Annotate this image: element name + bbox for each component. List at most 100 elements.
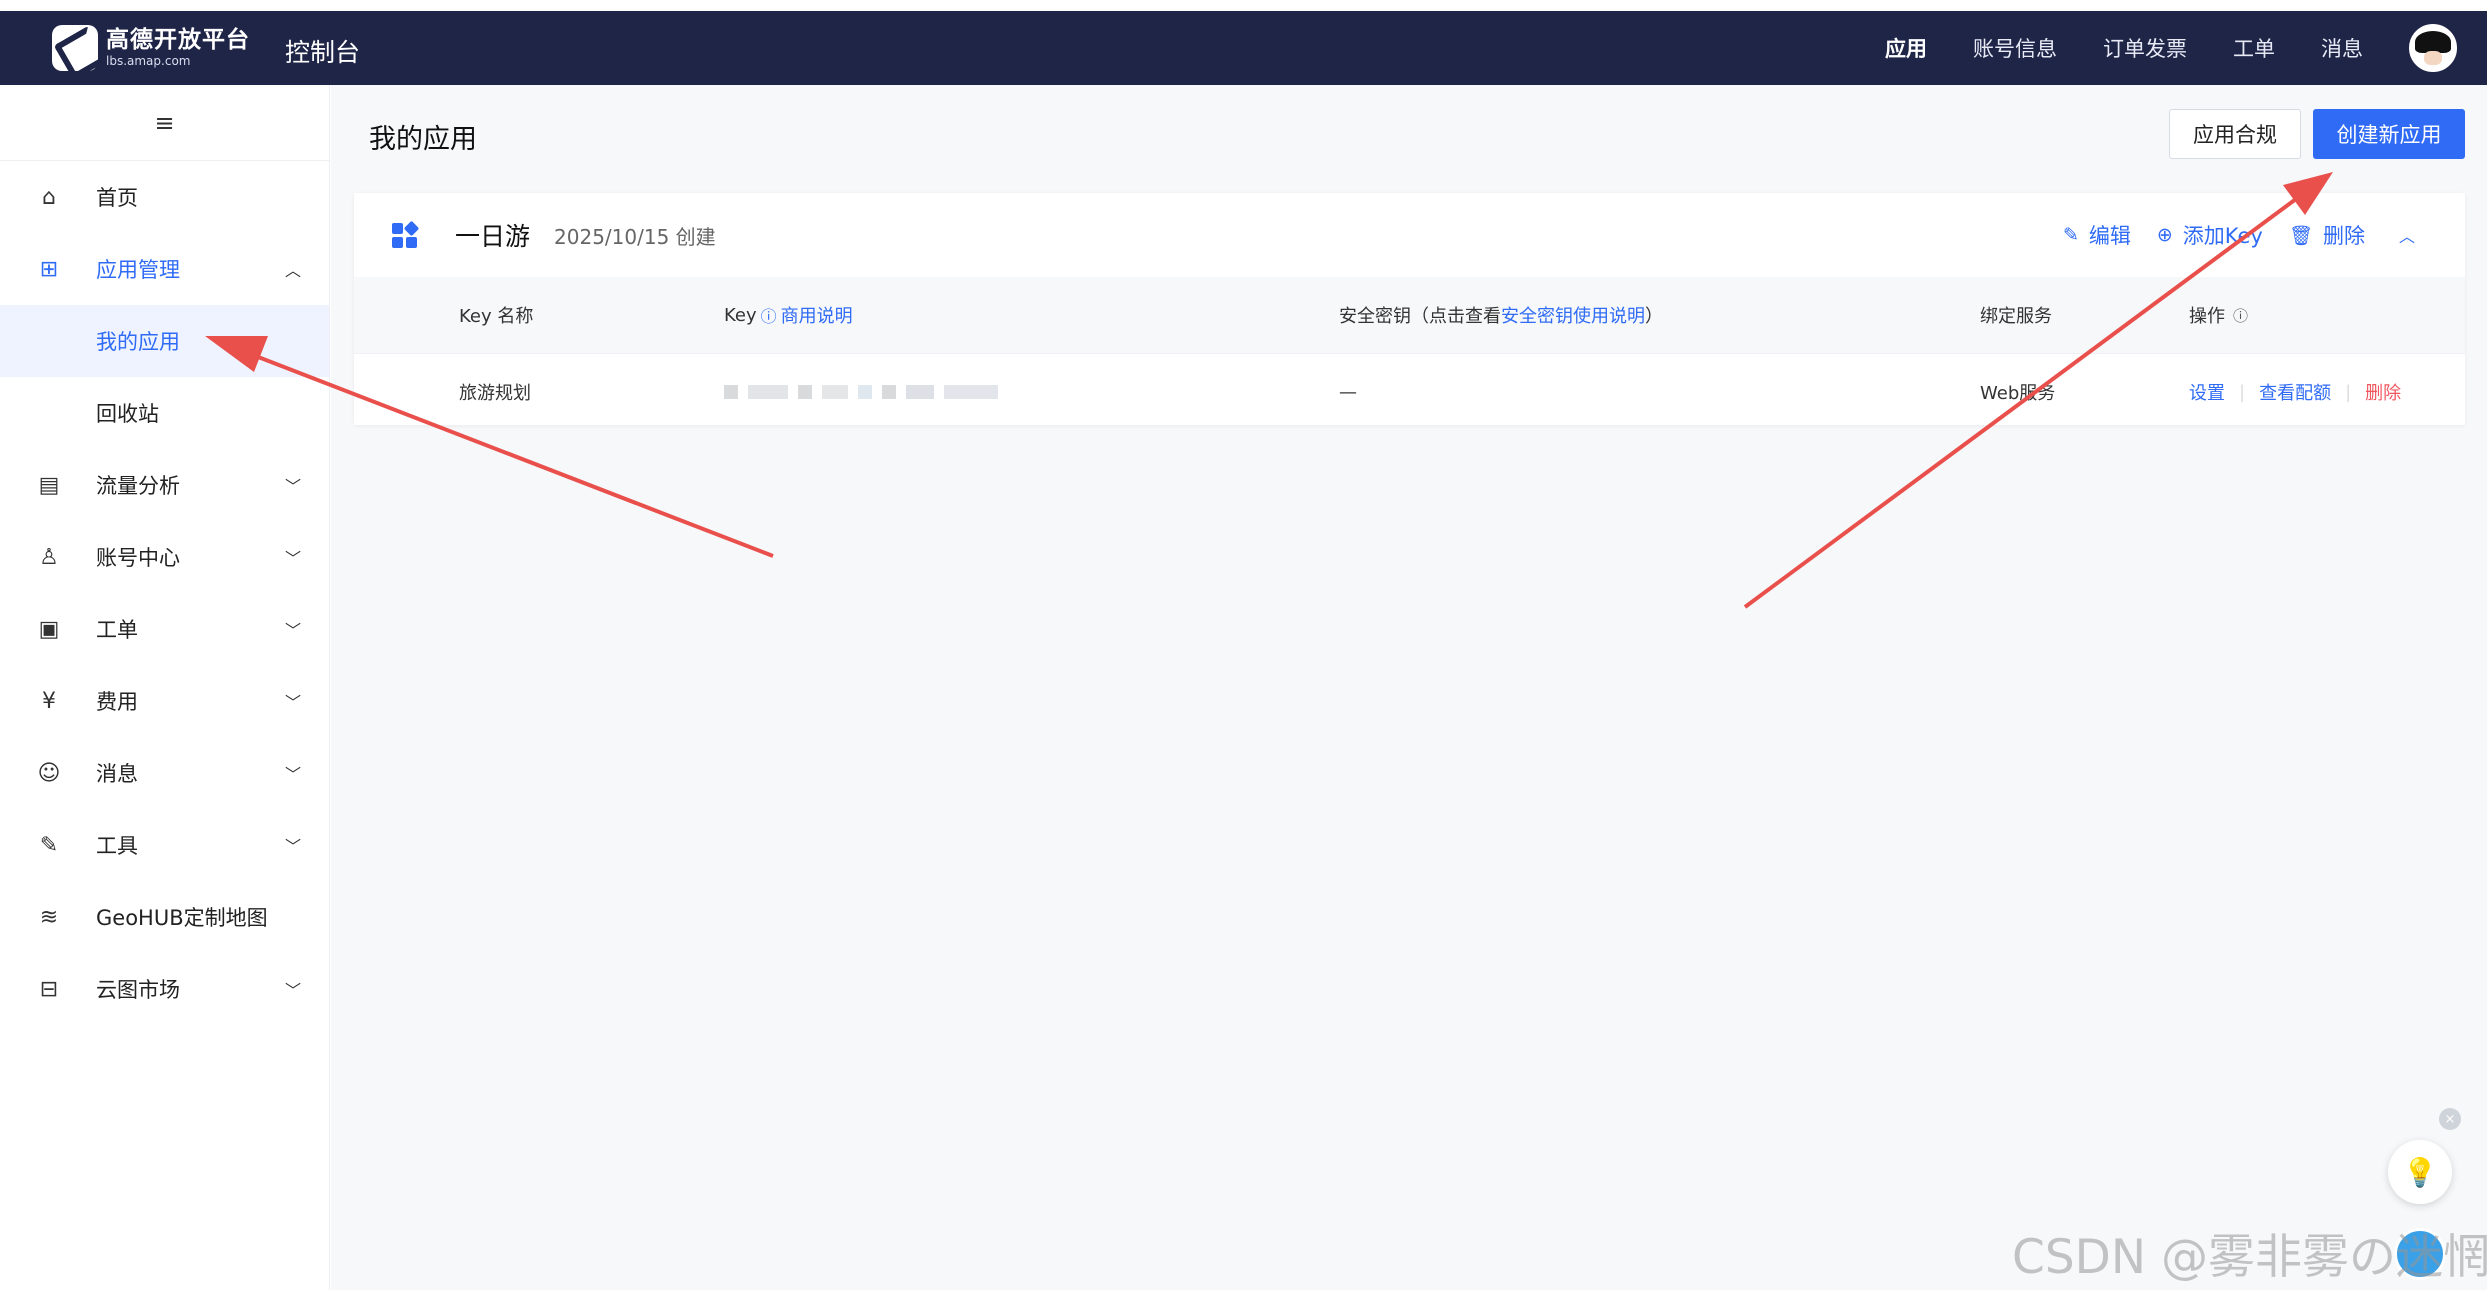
chevron-down-icon: ﹀ xyxy=(284,765,301,784)
settings-link[interactable]: 设置 xyxy=(2189,379,2225,405)
secret-usage-link[interactable]: 安全密钥使用说明 xyxy=(1501,302,1645,328)
chevron-down-icon: ﹀ xyxy=(284,621,301,640)
top-navbar: 高德开放平台 lbs.amap.com 控制台 应用 账号信息 订单发票 工单 … xyxy=(0,11,2487,85)
header-key: Key ⓘ 商用说明 xyxy=(724,277,853,353)
home-icon: ⌂ xyxy=(42,184,56,210)
wrench-icon: ✎ xyxy=(39,832,59,858)
header-bound-service: 绑定服务 xyxy=(1980,306,2052,327)
help-icon: ⓘ xyxy=(760,307,777,326)
nav-messages[interactable]: 消息 xyxy=(2321,33,2363,63)
header-operations-label: 操作 xyxy=(2189,306,2225,327)
menu-toggle-icon[interactable]: ≡ xyxy=(0,85,329,161)
trash-icon: 🗑 xyxy=(2288,224,2313,247)
sidebar: ≡ ⌂ 首页 ⊞ 应用管理 ︿ 我的应用 回收站 ▤ 流量分析 ﹀ ♙ 账号中心… xyxy=(0,85,330,1290)
money-icon: ¥ xyxy=(42,688,56,714)
sidebar-item-label: GeoHUB定制地图 xyxy=(96,906,268,930)
view-quota-link[interactable]: 查看配额 xyxy=(2259,379,2331,405)
nav-account-info[interactable]: 账号信息 xyxy=(1973,33,2057,63)
sidebar-item-label: 工具 xyxy=(96,834,138,858)
sidebar-item-cloud-market[interactable]: ⊟ 云图市场 ﹀ xyxy=(0,953,329,1025)
chevron-down-icon: ﹀ xyxy=(284,549,301,568)
nav-orders-invoices[interactable]: 订单发票 xyxy=(2103,33,2187,63)
chevron-down-icon: ﹀ xyxy=(284,477,301,496)
logo-icon xyxy=(52,25,98,71)
sidebar-item-label: 工单 xyxy=(96,618,138,642)
operations-cell: 设置 | 查看配额 | 删除 xyxy=(2189,354,2401,430)
logo-subtitle: lbs.amap.com xyxy=(106,54,191,68)
user-icon: ♙ xyxy=(39,544,59,570)
top-nav: 应用 账号信息 订单发票 工单 消息 xyxy=(1885,11,2487,85)
sidebar-item-app-management[interactable]: ⊞ 应用管理 ︿ xyxy=(0,233,329,305)
commercial-info-link[interactable]: 商用说明 xyxy=(781,302,853,328)
create-app-button[interactable]: 创建新应用 xyxy=(2313,109,2465,159)
sidebar-item-home[interactable]: ⌂ 首页 xyxy=(0,161,329,233)
close-float-icon[interactable]: × xyxy=(2439,1108,2461,1130)
chevron-up-icon: ︿ xyxy=(284,261,301,280)
sidebar-item-tools[interactable]: ✎ 工具 ﹀ xyxy=(0,809,329,881)
app-name: 一日游 xyxy=(455,222,531,251)
amap-logo[interactable]: 高德开放平台 lbs.amap.com xyxy=(52,25,250,71)
app-card-header: 一日游 2025/10/15 创建 ✎ 编辑 ⊕ 添加Key 🗑 删除 ︿ xyxy=(354,193,2465,277)
watermark: CSDN @雾非雾の迷惘 xyxy=(2012,1230,2487,1285)
chevron-down-icon: ﹀ xyxy=(284,837,301,856)
header-key-name: Key 名称 xyxy=(459,306,534,327)
nav-apps[interactable]: 应用 xyxy=(1885,33,1927,63)
collapse-chevron-icon[interactable]: ︿ xyxy=(2399,223,2415,247)
delete-app-button[interactable]: 🗑 删除 xyxy=(2289,220,2365,250)
chevron-down-icon: ﹀ xyxy=(284,981,301,1000)
lightbulb-icon[interactable]: 💡 xyxy=(2388,1140,2452,1204)
service-cell: Web服务 xyxy=(1980,383,2056,404)
chart-icon: ▤ xyxy=(38,472,60,498)
page-title: 我的应用 xyxy=(369,124,477,155)
app-actions: ✎ 编辑 ⊕ 添加Key 🗑 删除 ︿ xyxy=(2037,193,2415,277)
sidebar-item-my-apps[interactable]: 我的应用 xyxy=(0,305,329,377)
edit-label: 编辑 xyxy=(2088,224,2131,248)
info-icon[interactable]: ⓘ xyxy=(2233,305,2248,326)
delete-label: 删除 xyxy=(2322,224,2365,248)
key-value-blurred xyxy=(724,354,998,430)
sidebar-item-label: 费用 xyxy=(96,690,138,714)
logo-title: 高德开放平台 xyxy=(106,27,250,53)
secret-cell: — xyxy=(1339,381,1357,403)
delete-key-link[interactable]: 删除 xyxy=(2365,379,2401,405)
user-avatar[interactable] xyxy=(2409,24,2457,72)
app-card: 一日游 2025/10/15 创建 ✎ 编辑 ⊕ 添加Key 🗑 删除 ︿ Ke xyxy=(354,193,2465,425)
nav-tickets[interactable]: 工单 xyxy=(2233,33,2275,63)
header-key-label: Key xyxy=(724,304,757,326)
sidebar-item-tickets[interactable]: ▣ 工单 ﹀ xyxy=(0,593,329,665)
store-icon: ⊟ xyxy=(39,976,59,1002)
ticket-icon: ▣ xyxy=(38,616,60,642)
sidebar-item-account-center[interactable]: ♙ 账号中心 ﹀ xyxy=(0,521,329,593)
add-key-label: 添加Key xyxy=(2182,224,2263,248)
add-key-button[interactable]: ⊕ 添加Key xyxy=(2157,220,2263,250)
console-title[interactable]: 控制台 xyxy=(285,33,360,69)
divider: | xyxy=(2239,381,2246,403)
grid-icon: ⊞ xyxy=(39,256,59,282)
sidebar-item-messages[interactable]: ☺ 消息 ﹀ xyxy=(0,737,329,809)
sidebar-item-recycle-bin[interactable]: 回收站 xyxy=(0,377,329,449)
sidebar-item-geohub[interactable]: ≋ GeoHUB定制地图 xyxy=(0,881,329,953)
header-secret-prefix: 安全密钥（点击查看 xyxy=(1339,306,1501,327)
sidebar-item-label: 账号中心 xyxy=(96,546,180,570)
sidebar-item-label: 应用管理 xyxy=(96,258,180,282)
header-secret-suffix: ） xyxy=(1645,306,1663,327)
sidebar-item-label: 首页 xyxy=(96,186,138,210)
sidebar-item-fees[interactable]: ¥ 费用 ﹀ xyxy=(0,665,329,737)
sidebar-item-traffic-analysis[interactable]: ▤ 流量分析 ﹀ xyxy=(0,449,329,521)
table-row: 旅游规划 — Web服务 设置 | 查看配额 | 删除 xyxy=(354,353,2465,429)
divider: | xyxy=(2345,381,2352,403)
sidebar-item-label: 云图市场 xyxy=(96,978,180,1002)
app-created-date: 2025/10/15 创建 xyxy=(554,224,716,249)
app-compliance-button[interactable]: 应用合规 xyxy=(2169,109,2301,159)
chevron-down-icon: ﹀ xyxy=(284,693,301,712)
header-operations: 操作 ⓘ xyxy=(2189,277,2248,353)
header-secret: 安全密钥（点击查看 安全密钥使用说明 ） xyxy=(1339,277,1663,353)
key-name-cell: 旅游规划 xyxy=(459,383,531,404)
app-icon xyxy=(392,220,420,248)
message-icon: ☺ xyxy=(37,760,61,786)
layers-icon: ≋ xyxy=(39,904,59,930)
sidebar-item-label: 消息 xyxy=(96,762,138,786)
main-content: 我的应用 应用合规 创建新应用 一日游 2025/10/15 创建 ✎ 编辑 ⊕… xyxy=(331,85,2487,1290)
edit-app-button[interactable]: ✎ 编辑 xyxy=(2063,220,2131,250)
key-table-header: Key 名称 Key ⓘ 商用说明 安全密钥（点击查看 安全密钥使用说明 ） 绑… xyxy=(354,277,2465,353)
